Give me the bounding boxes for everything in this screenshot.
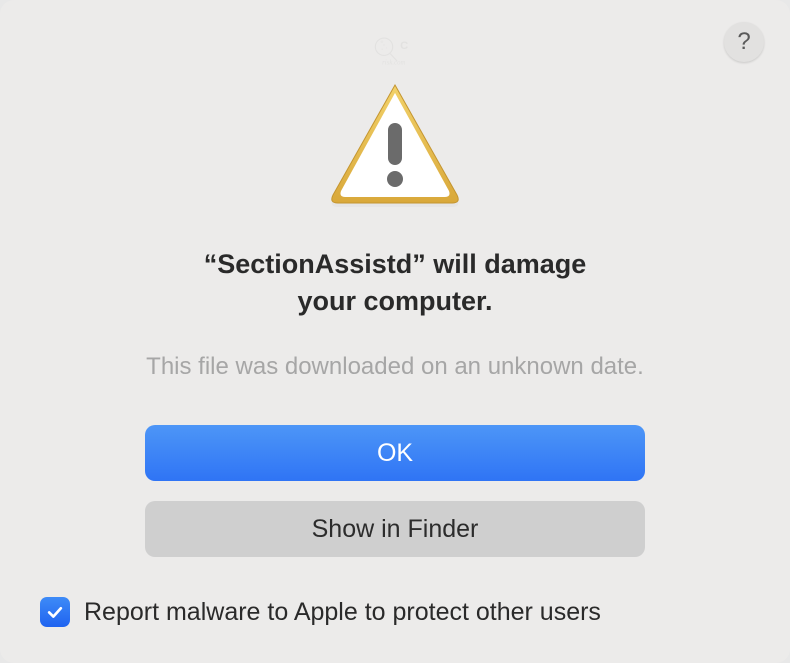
show-in-finder-button[interactable]: Show in Finder xyxy=(145,501,645,557)
dialog-subtitle: This file was downloaded on an unknown d… xyxy=(146,353,644,381)
title-line-2: your computer. xyxy=(204,283,587,319)
title-line-1: “SectionAssistd” will damage xyxy=(204,246,587,282)
button-stack: OK Show in Finder xyxy=(145,425,645,557)
show-in-finder-label: Show in Finder xyxy=(312,515,479,544)
warning-icon xyxy=(325,79,465,214)
checkmark-icon xyxy=(45,602,65,622)
watermark: C risk.com xyxy=(371,30,420,71)
help-icon: ? xyxy=(737,28,750,56)
report-malware-checkbox[interactable] xyxy=(40,597,70,627)
help-button[interactable]: ? xyxy=(724,22,764,62)
dialog-title: “SectionAssistd” will damage your comput… xyxy=(204,246,587,319)
alert-dialog: C risk.com ? “Section xyxy=(0,0,790,663)
report-malware-row: Report malware to Apple to protect other… xyxy=(40,597,601,627)
ok-button-label: OK xyxy=(377,439,413,468)
svg-text:risk.com: risk.com xyxy=(382,60,405,67)
report-malware-label: Report malware to Apple to protect other… xyxy=(84,598,601,627)
svg-text:C: C xyxy=(400,40,408,52)
ok-button[interactable]: OK xyxy=(145,425,645,481)
